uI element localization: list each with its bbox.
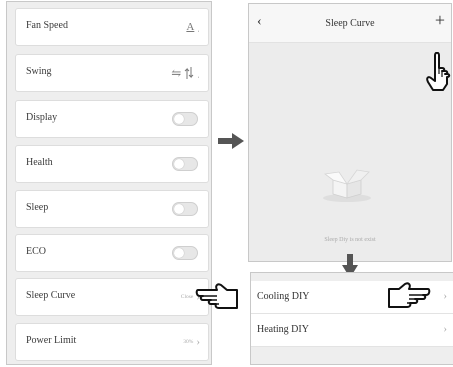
pointing-hand-icon bbox=[388, 282, 431, 308]
health-label: Health bbox=[26, 157, 53, 168]
fan-speed-value: A ˌ bbox=[186, 19, 200, 35]
arrow-right-icon bbox=[218, 133, 244, 149]
swing-horizontal-icon: ⇋ bbox=[171, 65, 182, 80]
fan-speed-row[interactable]: Fan Speed A ˌ bbox=[15, 8, 209, 46]
toggle-knob bbox=[174, 114, 184, 124]
pointing-hand-icon bbox=[426, 52, 451, 91]
sleep-row: Sleep bbox=[15, 190, 209, 228]
empty-box-icon bbox=[323, 169, 371, 202]
fan-speed-auto-icon: A bbox=[186, 21, 195, 33]
fan-speed-suffix: ˌ bbox=[197, 22, 200, 32]
swing-value: ⇋ ˌ bbox=[171, 65, 200, 81]
chevron-right-icon: › bbox=[196, 335, 200, 348]
display-toggle[interactable] bbox=[172, 112, 198, 126]
power-limit-value: 30% › bbox=[183, 334, 200, 350]
eco-toggle[interactable] bbox=[172, 246, 198, 260]
empty-state-message: Sleep Diy is not exist bbox=[324, 237, 376, 243]
heating-diy-label: Heating DIY bbox=[257, 324, 309, 335]
power-limit-row[interactable]: Power Limit 30% › bbox=[15, 323, 209, 361]
power-limit-status: 30% bbox=[183, 339, 194, 345]
fan-speed-label: Fan Speed bbox=[26, 20, 68, 31]
power-limit-label: Power Limit bbox=[26, 335, 77, 346]
display-row: Display bbox=[15, 100, 209, 138]
sleep-curve-status: Close bbox=[180, 294, 194, 300]
page-title: Sleep Curve bbox=[325, 18, 375, 29]
eco-row: ECO bbox=[15, 234, 209, 272]
swing-label: Swing bbox=[26, 66, 52, 77]
display-label: Display bbox=[26, 112, 58, 123]
toggle-knob bbox=[174, 248, 184, 258]
sleep-curve-row[interactable]: Sleep Curve Close › bbox=[15, 278, 209, 316]
settings-panel: Fan Speed A ˌ Swing ⇋ ˌ Display Health S… bbox=[6, 1, 212, 365]
sleep-label: Sleep bbox=[26, 202, 49, 213]
sleep-toggle[interactable] bbox=[172, 202, 198, 216]
swing-suffix: ˌ bbox=[197, 68, 200, 78]
sleep-curve-screen: ‹ Sleep Curve + Sleep Diy is not exist bbox=[248, 3, 452, 262]
chevron-right-icon: › bbox=[443, 290, 447, 302]
health-toggle[interactable] bbox=[172, 157, 198, 171]
swing-vertical-icon bbox=[184, 67, 194, 79]
toggle-knob bbox=[174, 204, 184, 214]
eco-label: ECO bbox=[26, 246, 46, 257]
swing-row[interactable]: Swing ⇋ ˌ bbox=[15, 54, 209, 92]
pointing-hand-icon bbox=[195, 283, 238, 309]
sleep-curve-header: ‹ Sleep Curve + bbox=[249, 4, 451, 43]
cooling-diy-label: Cooling DIY bbox=[257, 291, 310, 302]
toggle-knob bbox=[174, 159, 184, 169]
add-button[interactable]: + bbox=[435, 10, 445, 31]
health-row: Health bbox=[15, 145, 209, 183]
sleep-curve-label: Sleep Curve bbox=[26, 290, 76, 301]
heating-diy-item[interactable]: Heating DIY › bbox=[251, 314, 453, 347]
chevron-right-icon: › bbox=[443, 323, 447, 335]
